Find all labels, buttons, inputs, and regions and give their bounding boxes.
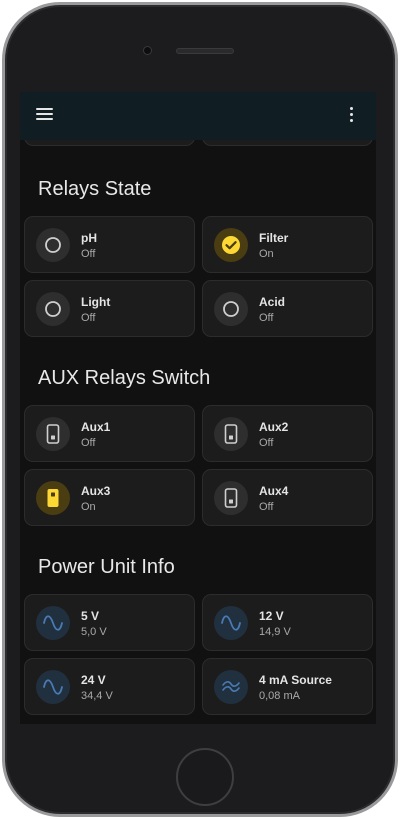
app-screen: Relays State pH Off Filter On Light Off [20,92,376,724]
home-button[interactable] [176,748,234,806]
card-state: Off [259,437,274,449]
more-vertical-icon[interactable] [347,107,355,125]
circle-outline-icon[interactable] [36,292,70,326]
power-card-4ma-source[interactable]: 4 mA Source 0,08 mA [202,658,373,715]
aux-card-aux2[interactable]: Aux2 Off [202,405,373,462]
light-switch-icon[interactable] [36,417,70,451]
card-state: Off [259,501,274,513]
card-state: On [81,501,96,513]
card-name: Acid [259,295,286,309]
sine-wave-icon[interactable] [36,606,70,640]
card-state: 14,9 V [259,626,291,638]
section-title-power-unit-info: Power Unit Info [38,556,175,578]
relay-card-light[interactable]: Light Off [24,280,195,337]
card-name: Aux3 [81,484,111,498]
card-state: Off [81,437,96,449]
card-name: pH [81,231,97,245]
sine-wave-icon[interactable] [214,606,248,640]
earpiece-speaker [176,48,234,54]
card-name: Light [81,295,111,309]
power-card-12v[interactable]: 12 V 14,9 V [202,594,373,651]
card-state: Off [259,312,274,324]
light-switch-icon[interactable] [214,481,248,515]
aux-card-aux4[interactable]: Aux4 Off [202,469,373,526]
front-camera [143,46,152,55]
card-state: 5,0 V [81,626,107,638]
card-name: 4 mA Source [259,673,332,687]
circle-outline-icon[interactable] [36,228,70,262]
current-wave-icon[interactable] [214,670,248,704]
section-title-aux-relays-switch: AUX Relays Switch [38,367,211,389]
circle-outline-icon[interactable] [214,292,248,326]
card-name: Aux1 [81,420,111,434]
power-card-5v[interactable]: 5 V 5,0 V [24,594,195,651]
light-switch-icon[interactable] [214,417,248,451]
card-state: 34,4 V [81,690,113,702]
relay-card-ph[interactable]: pH Off [24,216,195,273]
card-state: Off [81,248,96,260]
app-bar [20,92,376,140]
card-state: On [259,248,274,260]
card-state: 0,08 mA [259,690,300,702]
aux-card-aux1[interactable]: Aux1 Off [24,405,195,462]
sine-wave-icon[interactable] [36,670,70,704]
section-title-relays-state: Relays State [38,178,152,200]
card-name: 24 V [81,673,106,687]
relay-card-filter[interactable]: Filter On [202,216,373,273]
relay-card-acid[interactable]: Acid Off [202,280,373,337]
card-name: Aux4 [259,484,289,498]
card-state: Off [81,312,96,324]
card-name: 12 V [259,609,284,623]
aux-card-aux3[interactable]: Aux3 On [24,469,195,526]
hamburger-menu-icon[interactable] [36,108,53,122]
light-switch-icon[interactable] [36,481,70,515]
card-name: 5 V [81,609,100,623]
check-circle-icon[interactable] [214,228,248,262]
power-card-24v[interactable]: 24 V 34,4 V [24,658,195,715]
card-name: Aux2 [259,420,289,434]
card-name: Filter [259,231,289,245]
